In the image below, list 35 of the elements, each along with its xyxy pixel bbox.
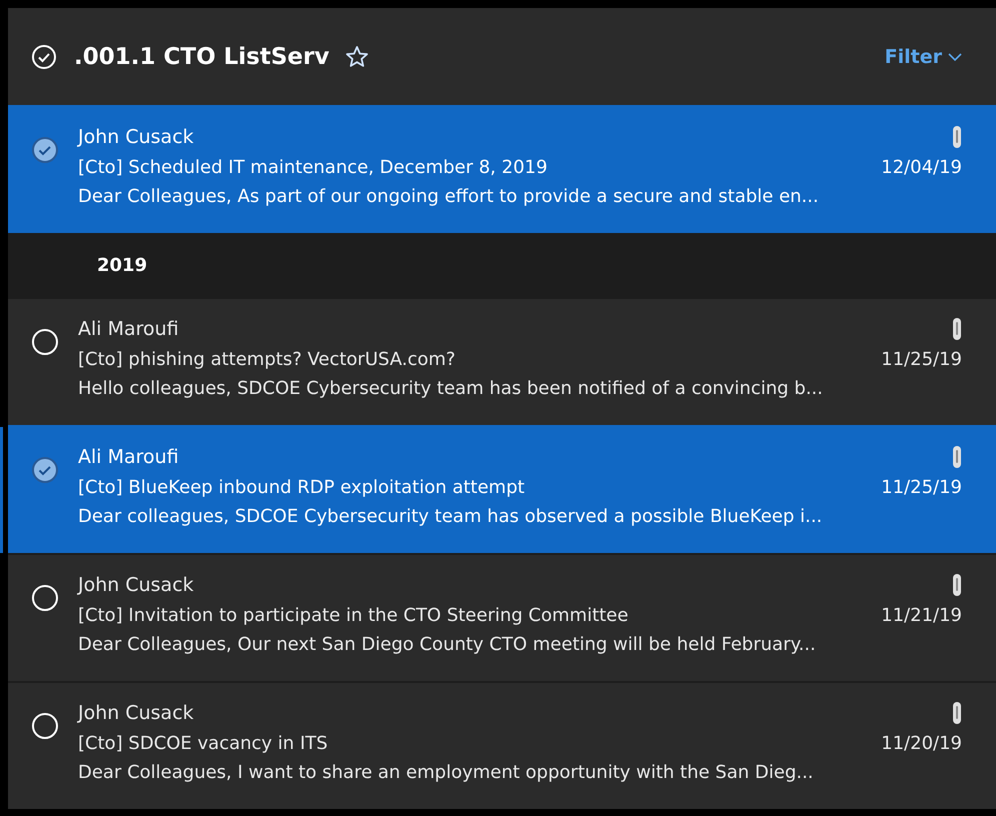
preview-text: Dear colleagues, SDCOE Cybersecurity team has observed a possible BlueKeep i... [78,506,822,527]
date-text: 12/04/19 [881,157,962,178]
subject-text: [Cto] Invitation to participate in the CTO Steering Committee [78,605,628,626]
subject-text: [Cto] BlueKeep inbound RDP exploitation attempt [78,477,525,498]
empty-circle-icon[interactable] [30,583,60,613]
empty-circle-icon[interactable] [30,711,60,741]
message-item[interactable]: John Cusack [Cto] SDCOE vacancy in ITS 11/20/19 Dear Colleagues, I want to share an employment opportunity with the San Dieg... [8,681,996,809]
sender-name: John Cusack [78,702,194,724]
sender-name: John Cusack [78,574,194,596]
date-text: 11/25/19 [881,477,962,498]
checked-circle-icon[interactable] [30,455,60,485]
subject-text: [Cto] phishing attempts? VectorUSA.com? [78,349,456,370]
select-all-icon[interactable] [30,42,58,70]
group-label: 2019 [97,254,148,276]
folder-title: .001.1 CTO ListServ [74,44,330,70]
date-text: 11/20/19 [881,733,962,754]
subject-text: [Cto] Scheduled IT maintenance, December 8, 2019 [78,157,548,178]
empty-circle-icon[interactable] [30,327,60,357]
preview-text: Dear Colleagues, I want to share an employment opportunity with the San Dieg... [78,762,814,783]
star-icon[interactable] [345,44,370,68]
sender-name: Ali Maroufi [78,446,179,468]
preview-text: Dear Colleagues, Our next San Diego County CTO meeting will be held February... [78,634,816,655]
sender-name: Ali Maroufi [78,318,179,340]
filter-button[interactable]: Filter [884,46,962,68]
message-item[interactable]: John Cusack [Cto] Scheduled IT maintenance, December 8, 2019 12/04/19 Dear Colleagues, As part of our ongoing effort to provide a secure and stable en... [8,105,996,233]
subject-text: [Cto] SDCOE vacancy in ITS [78,733,328,754]
date-text: 11/21/19 [881,605,962,626]
sender-name: John Cusack [78,126,194,148]
message-item[interactable]: Ali Maroufi [Cto] phishing attempts? VectorUSA.com? 11/25/19 Hello colleagues, SDCOE Cybersecurity team has been notified of a convincing b... [8,297,996,425]
checked-circle-icon[interactable] [30,135,60,165]
message-item[interactable]: John Cusack [Cto] Invitation to participate in the CTO Steering Committee 11/21/19 Dear Colleagues, Our next San Diego County CTO meeting will be held February... [8,553,996,681]
preview-text: Dear Colleagues, As part of our ongoing effort to provide a secure and stable en... [78,186,819,207]
date-text: 11/25/19 [881,349,962,370]
chevron-down-icon [948,52,962,62]
preview-text: Hello colleagues, SDCOE Cybersecurity team has been notified of a convincing b... [78,378,823,399]
